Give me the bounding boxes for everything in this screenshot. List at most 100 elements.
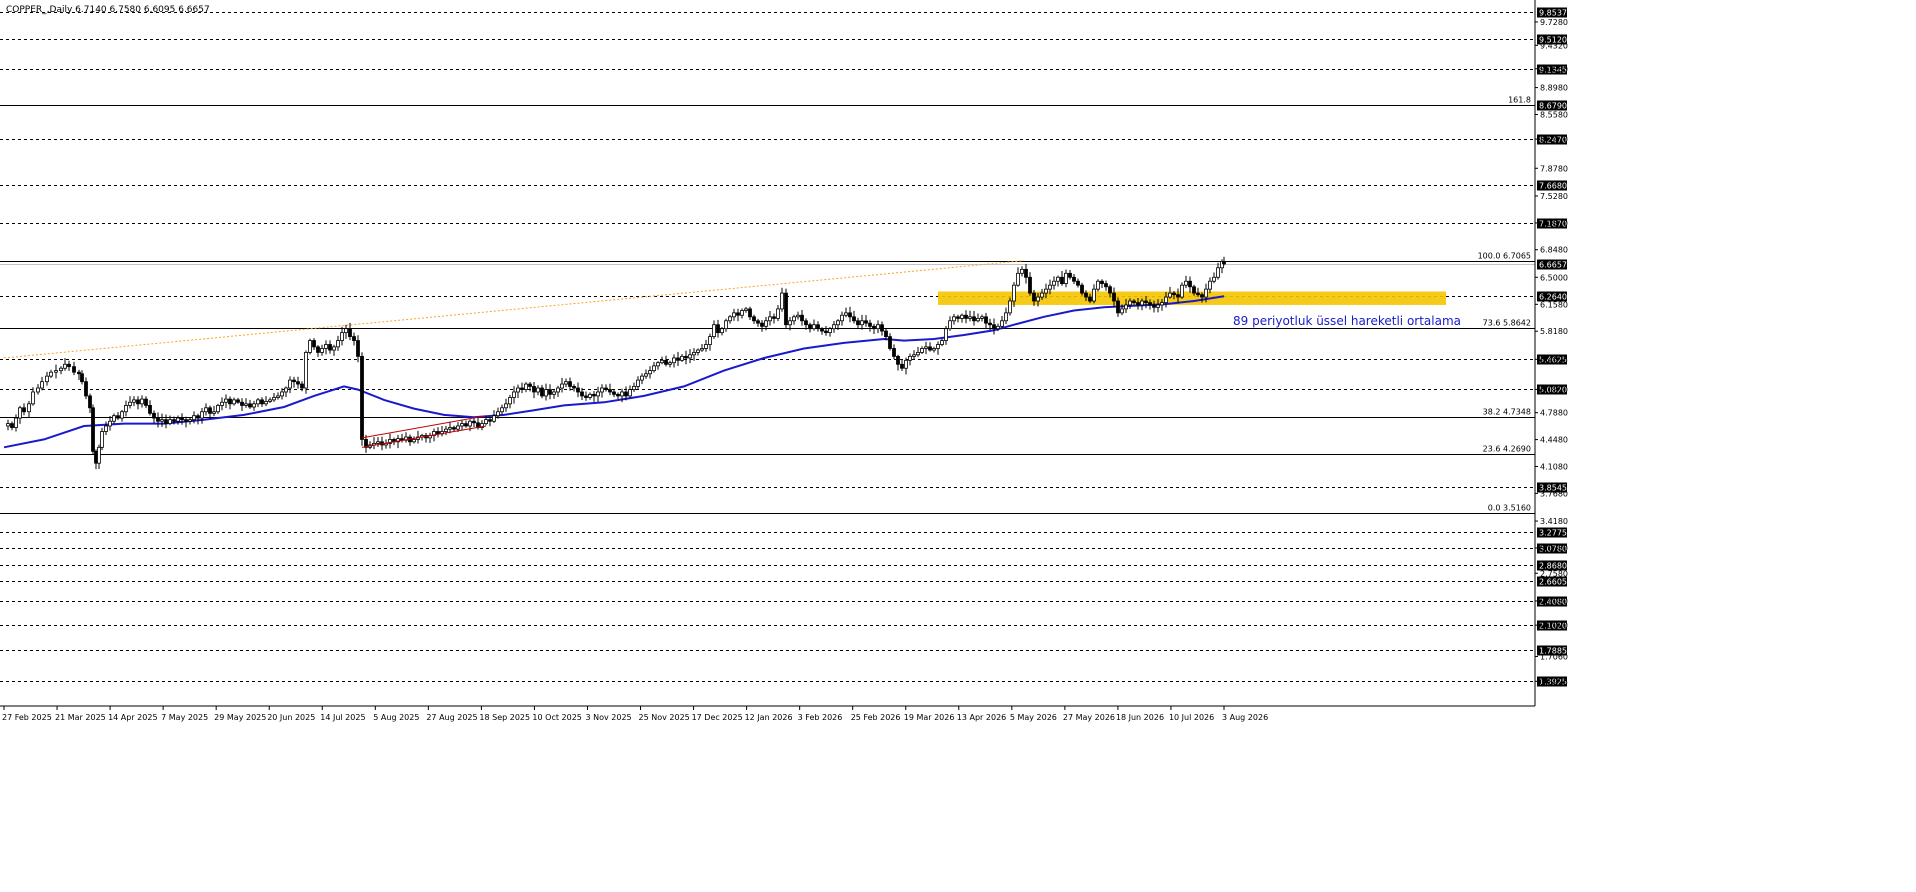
price-tick-label-11: 6.1580 [1540,300,1568,309]
price-tick-label-4: 8.5580 [1540,110,1568,119]
candle-down [772,316,776,319]
price-tick-label-18: 3.7680 [1540,489,1568,498]
candle-up [54,370,58,373]
candle-up [768,316,772,322]
candle-down [236,399,240,403]
candle-down [1144,300,1148,303]
candle-up [916,352,920,356]
candle-up [1040,292,1044,298]
candle-up [780,292,784,310]
candle-up [456,425,460,430]
candle-down [452,427,456,430]
time-tick-label-15: 3 Feb 2026 [798,713,843,722]
candle-up [36,387,40,393]
candle-down [72,366,76,373]
candle-up [644,373,648,377]
candle-down [760,322,764,327]
candle-up [176,417,180,422]
candle-up [276,395,280,398]
candle-up [1160,302,1164,306]
level-price-tag-17: 3.2775 [1539,529,1567,538]
candle-up [980,316,984,319]
time-tick-label-10: 10 Oct 2025 [532,713,581,722]
candle-down [896,355,900,365]
candle-up [160,419,164,422]
price-tick-label-17: 4.1080 [1540,462,1568,471]
candle-down [1188,280,1192,288]
candle-up [1156,304,1160,308]
candle-down [868,322,872,327]
candle-up [960,314,964,319]
candle-down [360,355,364,440]
time-tick-label-0: 27 Feb 2025 [2,713,52,722]
candle-down [820,328,824,332]
candle-down [992,324,996,330]
candle-down [10,423,14,428]
candle-up [920,348,924,353]
time-tick-label-11: 3 Nov 2025 [585,713,631,722]
ema-annotation-label: 89 periyotluk üssel hareketli ortalama [1233,314,1461,328]
candle-down [888,336,892,349]
candle-up [1208,280,1212,290]
time-tick-label-8: 27 Aug 2025 [426,713,477,722]
candle-down [136,399,140,405]
candle-up [284,387,288,393]
fib-level-note-10: 73.6 5.8642 [1483,319,1531,328]
candle-down [900,363,904,369]
time-tick-label-21: 18 Jun 2026 [1116,713,1164,722]
candle-down [1200,294,1204,298]
price-tick-label-25: 1.3925 [1540,677,1568,686]
candle-up [31,391,35,405]
candle-down [22,407,26,413]
candle-up [924,346,928,349]
candle-up [18,407,22,419]
candle-up [764,320,768,327]
candle-up [112,415,116,422]
candle-up [1004,312,1008,322]
candle-up [49,371,53,377]
candle-up [732,312,736,318]
time-tick-label-9: 18 Sep 2025 [479,713,530,722]
time-tick-label-17: 19 Mar 2026 [904,713,955,722]
candle-up [220,401,224,406]
price-chart[interactable]: 161.8 100.0 6.7065 73.6 5.8642 38.2 4.7348 2… [0,0,1916,888]
price-tick-label-5: 8.2470 [1540,135,1568,144]
candle-down [1068,272,1072,278]
candle-down [884,330,888,337]
candle-down [612,391,616,395]
candle-down [580,391,584,397]
candle-up [14,417,18,428]
candle-up [304,352,308,389]
candle-up [564,381,568,385]
candle-up [932,348,936,351]
candle-down [328,344,332,351]
candle-up [668,362,672,365]
fib-level-note-16: 0.0 3.5160 [1488,504,1531,513]
price-tick-label-3: 8.8980 [1540,84,1568,93]
candle-up [940,340,944,345]
candle-up [468,420,472,427]
candle-down [592,393,596,397]
candle-down [892,348,896,357]
candle-up [412,439,416,443]
candle-up [996,325,1000,330]
candle-up [1044,288,1048,294]
candle-up [1052,280,1056,286]
fib-level-note-13: 38.2 4.7348 [1483,408,1531,417]
candle-down [1112,292,1116,302]
candle-down [464,423,468,427]
time-tick-label-19: 5 May 2026 [1010,713,1057,722]
time-tick-label-5: 20 Jun 2025 [267,713,315,722]
candle-down [872,325,876,330]
candle-down [88,395,92,409]
time-tick-label-1: 21 Mar 2025 [55,713,106,722]
candle-up [536,387,540,393]
candle-down [616,393,620,397]
candle-down [1100,280,1104,284]
level-price-tag-0: 9.8537 [1539,9,1567,18]
price-tick-label-15: 4.7880 [1540,409,1568,418]
candle-down [1104,283,1108,288]
time-tick-label-2: 14 Apr 2025 [108,713,157,722]
price-tick-label-19: 3.4180 [1540,517,1568,526]
candle-up [232,399,236,405]
